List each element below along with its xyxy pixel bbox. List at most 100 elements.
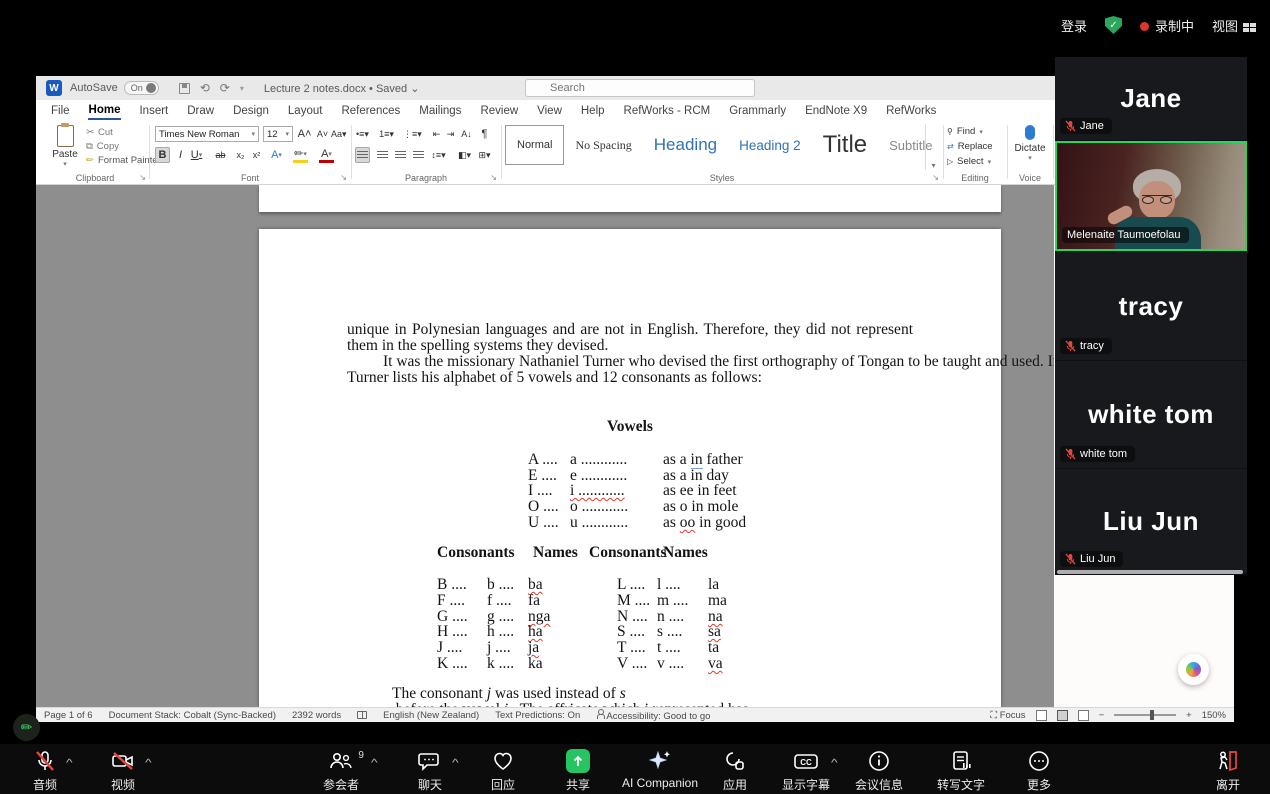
- participant-tile-melenaite-video[interactable]: Melenaite Taumoefolau: [1055, 141, 1247, 251]
- underline-button[interactable]: U▾: [189, 147, 204, 163]
- tab-insert[interactable]: Insert: [138, 103, 169, 119]
- grow-font-icon[interactable]: A˄: [297, 126, 312, 142]
- tab-draw[interactable]: Draw: [186, 103, 215, 119]
- recording-indicator[interactable]: 录制中: [1140, 16, 1194, 35]
- paragraph-launcher-icon[interactable]: ↘: [490, 173, 497, 182]
- paste-button[interactable]: Paste ▾: [48, 125, 82, 168]
- clipboard-launcher-icon[interactable]: ↘: [139, 173, 146, 182]
- zoom-slider-knob[interactable]: [1150, 710, 1154, 720]
- document-title[interactable]: Lecture 2 notes.docx • Saved ⌄: [264, 82, 420, 95]
- shading-icon[interactable]: ◧▾: [457, 147, 472, 163]
- view-button[interactable]: 视图: [1212, 16, 1256, 35]
- borders-icon[interactable]: ⊞▾: [477, 147, 492, 163]
- save-icon[interactable]: [179, 83, 190, 94]
- tab-mailings[interactable]: Mailings: [418, 103, 462, 119]
- participant-tile-tracy[interactable]: tracy tracy: [1055, 252, 1247, 360]
- bold-button[interactable]: B: [155, 147, 170, 163]
- tab-help[interactable]: Help: [580, 103, 606, 119]
- text-predictions[interactable]: Text Predictions: On: [495, 710, 580, 721]
- page-indicator[interactable]: Page 1 of 6: [44, 710, 93, 721]
- subscript-button[interactable]: x₂: [233, 147, 248, 163]
- language-indicator[interactable]: English (New Zealand): [383, 710, 479, 721]
- document-stack[interactable]: Document Stack: Cobalt (Sync-Backed): [109, 710, 276, 721]
- video-options-caret[interactable]: ^: [145, 758, 152, 769]
- proofing-icon[interactable]: [357, 711, 367, 719]
- find-button[interactable]: ⚲Find▾: [947, 125, 993, 138]
- bullets-icon[interactable]: •≡▾: [355, 126, 370, 142]
- style-normal[interactable]: Normal: [505, 125, 564, 165]
- zoom-out-button[interactable]: −: [1099, 710, 1105, 721]
- participant-tile-liu-jun[interactable]: Liu Jun Liu Jun: [1055, 469, 1247, 573]
- more-button[interactable]: 更多: [1027, 748, 1051, 793]
- replace-button[interactable]: ⇄Replace: [947, 140, 993, 153]
- document-page[interactable]: unique in Polynesian languages and are n…: [259, 229, 1001, 707]
- video-button[interactable]: ^ 视频: [110, 748, 136, 793]
- font-size-select[interactable]: 12▾: [263, 126, 293, 142]
- participants-button[interactable]: 9^ 参会者: [323, 748, 359, 793]
- styles-launcher-icon[interactable]: ↘: [932, 173, 939, 182]
- styles-gallery-more-icon[interactable]: ▾: [925, 124, 941, 170]
- focus-button[interactable]: ⛶ Focus: [990, 710, 1025, 721]
- increase-indent-icon[interactable]: ⇥: [443, 126, 458, 142]
- apps-button[interactable]: 应用: [723, 748, 747, 793]
- print-layout-icon[interactable]: [1057, 710, 1068, 721]
- font-launcher-icon[interactable]: ↘: [340, 173, 347, 182]
- tab-refworks-rcm[interactable]: RefWorks - RCM: [623, 103, 712, 119]
- participant-tile-white-tom[interactable]: white tom white tom: [1055, 361, 1247, 468]
- security-shield-icon[interactable]: ✓: [1105, 16, 1122, 34]
- undo-icon[interactable]: ⟲: [200, 81, 210, 95]
- copilot-button[interactable]: [1178, 654, 1209, 685]
- align-center-button[interactable]: [375, 147, 390, 163]
- tab-references[interactable]: References: [340, 103, 401, 119]
- accessibility-status[interactable]: Accessibility: Good to go: [596, 709, 710, 722]
- zoom-in-button[interactable]: +: [1186, 710, 1192, 721]
- leave-button[interactable]: 离开: [1215, 748, 1241, 793]
- chat-button[interactable]: ^ 聊天: [417, 748, 443, 793]
- tab-endnote[interactable]: EndNote X9: [804, 103, 868, 119]
- tab-layout[interactable]: Layout: [287, 103, 324, 119]
- participants-options-caret[interactable]: ^: [371, 758, 378, 769]
- multilevel-list-icon[interactable]: ⋮≡▾: [403, 126, 422, 142]
- chat-options-caret[interactable]: ^: [452, 758, 459, 769]
- decrease-indent-icon[interactable]: ⇤: [429, 126, 444, 142]
- tab-design[interactable]: Design: [232, 103, 270, 119]
- autosave-toggle[interactable]: On: [124, 81, 159, 95]
- search-input[interactable]: [525, 79, 755, 97]
- redo-icon[interactable]: ⟳: [220, 81, 230, 95]
- superscript-button[interactable]: x²: [249, 147, 264, 163]
- share-button[interactable]: 共享: [566, 748, 590, 793]
- font-name-select[interactable]: Times New Roman▾: [155, 126, 259, 142]
- tab-review[interactable]: Review: [479, 103, 519, 119]
- tab-view[interactable]: View: [536, 103, 563, 119]
- tab-grammarly[interactable]: Grammarly: [728, 103, 787, 119]
- transcript-button[interactable]: 转写文字: [937, 748, 985, 793]
- shrink-font-icon[interactable]: A˅: [315, 126, 330, 142]
- sign-in-button[interactable]: 登录: [1061, 16, 1087, 35]
- tab-refworks[interactable]: RefWorks: [885, 103, 937, 119]
- web-layout-icon[interactable]: [1078, 710, 1089, 721]
- italic-button[interactable]: I: [173, 147, 188, 163]
- style-heading1[interactable]: Heading: [643, 125, 728, 165]
- style-title[interactable]: Title: [812, 125, 878, 165]
- dictate-button[interactable]: Dictate ▾: [1011, 125, 1049, 162]
- panel-scrollbar[interactable]: [1057, 570, 1243, 574]
- strikethrough-button[interactable]: ab: [213, 147, 228, 163]
- customize-qat-icon[interactable]: ▾: [240, 84, 244, 93]
- annotate-pencil-button[interactable]: ✏: [13, 714, 40, 741]
- highlight-button[interactable]: ✏▾: [293, 147, 308, 163]
- style-heading2[interactable]: Heading 2: [728, 125, 812, 165]
- change-case-icon[interactable]: Aa▾: [331, 126, 347, 142]
- read-mode-icon[interactable]: [1036, 710, 1047, 721]
- audio-button[interactable]: ^ 音频: [33, 748, 57, 793]
- pilcrow-icon[interactable]: ¶: [477, 126, 492, 142]
- zoom-slider[interactable]: [1114, 714, 1176, 716]
- align-right-button[interactable]: [393, 147, 408, 163]
- font-color-button[interactable]: A▾: [319, 147, 334, 163]
- reactions-button[interactable]: 回应: [491, 748, 515, 793]
- paste-dropdown-icon[interactable]: ▾: [48, 160, 82, 168]
- word-count[interactable]: 2392 words: [292, 710, 341, 721]
- text-effects-button[interactable]: A▾: [269, 147, 284, 163]
- justify-button[interactable]: [411, 147, 426, 163]
- audio-options-caret[interactable]: ^: [66, 758, 73, 769]
- zoom-percentage[interactable]: 150%: [1202, 710, 1226, 721]
